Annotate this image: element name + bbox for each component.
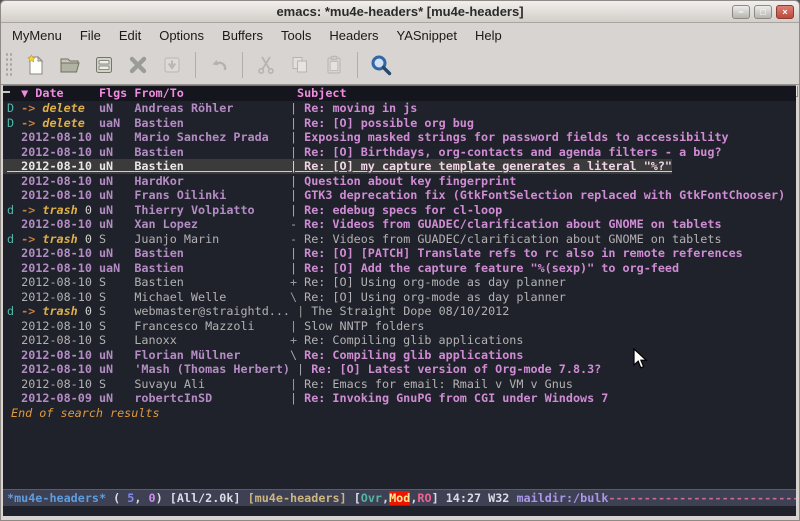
new-file-icon[interactable] bbox=[19, 50, 53, 80]
paste-icon bbox=[317, 50, 351, 80]
message-row[interactable]: d -> trash 0 S Juanjo Marin - Re: Videos… bbox=[7, 232, 796, 247]
echo-area bbox=[3, 506, 796, 516]
header-rows: D -> delete uN Andreas Röhler | Re: movi… bbox=[3, 101, 796, 420]
message-row[interactable]: 2012-08-10 uN Frans Oilinki | GTK3 depre… bbox=[7, 188, 796, 203]
menu-yasnippet[interactable]: YASnippet bbox=[387, 26, 465, 45]
close-button[interactable]: × bbox=[776, 5, 794, 19]
modeline-segment: Ovr bbox=[361, 491, 382, 505]
menu-help[interactable]: Help bbox=[466, 26, 511, 45]
modeline-segment: [ bbox=[354, 491, 361, 505]
emacs-window: emacs: *mu4e-headers* [mu4e-headers] − □… bbox=[0, 0, 800, 521]
message-row[interactable]: 2012-08-10 uN 'Mash (Thomas Herbert) | R… bbox=[7, 362, 796, 377]
menu-buffers[interactable]: Buffers bbox=[213, 26, 272, 45]
toolbar-separator bbox=[357, 52, 358, 78]
maximize-button[interactable]: □ bbox=[754, 5, 772, 19]
end-of-results-text: End of search results bbox=[7, 406, 796, 421]
menu-mymenu[interactable]: MyMenu bbox=[3, 26, 71, 45]
search-icon[interactable] bbox=[364, 50, 398, 80]
open-folder-icon[interactable] bbox=[53, 50, 87, 80]
message-row[interactable]: 2012-08-10 S Francesco Mazzoli | Slow NN… bbox=[7, 319, 796, 334]
message-row[interactable]: D -> delete uN Andreas Röhler | Re: movi… bbox=[7, 101, 796, 116]
message-row[interactable]: 2012-08-10 uN Bastien | Re: [O] Birthday… bbox=[7, 145, 796, 160]
menu-tools[interactable]: Tools bbox=[272, 26, 320, 45]
message-row[interactable]: 2012-08-10 uN Mario Sanchez Prada | Expo… bbox=[7, 130, 796, 145]
close-buffer-icon[interactable] bbox=[121, 50, 155, 80]
titlebar[interactable]: emacs: *mu4e-headers* [mu4e-headers] − □… bbox=[1, 1, 799, 23]
modeline-segment: maildir:/bulk bbox=[516, 491, 608, 505]
modeline-segment: 14:27 W32 bbox=[446, 491, 517, 505]
modeline-segment: , bbox=[134, 491, 148, 505]
mu4e-headers-buffer: ▼ Date Flgs From/To Subject D -> delete … bbox=[3, 85, 796, 516]
mode-line[interactable]: *mu4e-headers* ( 5, 0) [All/2.0k] [mu4e-… bbox=[3, 489, 796, 506]
modeline-segment: [mu4e-headers] bbox=[248, 491, 354, 505]
message-row[interactable]: d -> trash 0 uN Thierry Volpiatto | Re: … bbox=[7, 203, 796, 218]
message-row[interactable]: 2012-08-10 S Lanoxx + Re: Compiling glib… bbox=[7, 333, 796, 348]
message-row[interactable]: 2012-08-10 uaN Bastien | Re: [O] Add the… bbox=[7, 261, 796, 276]
menu-edit[interactable]: Edit bbox=[110, 26, 150, 45]
toolbar bbox=[1, 46, 799, 85]
menu-bar: MyMenu File Edit Options Buffers Tools H… bbox=[1, 24, 799, 46]
undo-icon bbox=[202, 50, 236, 80]
message-row[interactable]: 2012-08-10 S Michael Welle \ Re: [O] Usi… bbox=[7, 290, 796, 305]
copy-icon bbox=[283, 50, 317, 80]
modeline-segment: ) bbox=[156, 491, 170, 505]
modeline-segment: ------------------------------ bbox=[608, 491, 796, 505]
message-row[interactable]: 2012-08-10 uN Bastien | Re: [O] my captu… bbox=[3, 159, 672, 174]
window-controls: − □ × bbox=[732, 5, 794, 19]
modeline-segment: Mod bbox=[389, 491, 410, 505]
modeline-segment: *mu4e-headers* bbox=[7, 491, 106, 505]
message-row[interactable]: 2012-08-10 S Suvayu Ali | Re: Emacs for … bbox=[7, 377, 796, 392]
message-row[interactable]: 2012-08-10 uN Bastien | Re: [O] [PATCH] … bbox=[7, 246, 796, 261]
message-row[interactable]: 2012-08-10 uN HardKor | Question about k… bbox=[7, 174, 796, 189]
menu-headers[interactable]: Headers bbox=[320, 26, 387, 45]
toolbar-gripper[interactable] bbox=[5, 52, 12, 78]
menu-options[interactable]: Options bbox=[150, 26, 213, 45]
toolbar-separator bbox=[195, 52, 196, 78]
text-cursor bbox=[3, 91, 10, 93]
message-row[interactable]: 2012-08-10 S Bastien + Re: [O] Using org… bbox=[7, 275, 796, 290]
modeline-segment: 0 bbox=[149, 491, 156, 505]
minimize-button[interactable]: − bbox=[732, 5, 750, 19]
window-title: emacs: *mu4e-headers* [mu4e-headers] bbox=[1, 4, 799, 19]
toolbar-separator bbox=[242, 52, 243, 78]
message-row[interactable]: D -> delete uaN Bastien | Re: [O] possib… bbox=[7, 116, 796, 131]
modeline-segment: ( bbox=[106, 491, 127, 505]
cut-icon bbox=[249, 50, 283, 80]
modeline-segment: [All/2.0k] bbox=[170, 491, 248, 505]
menu-file[interactable]: File bbox=[71, 26, 110, 45]
mouse-cursor bbox=[633, 348, 648, 370]
message-row[interactable]: 2012-08-10 uN Xan Lopez - Re: Videos fro… bbox=[7, 217, 796, 232]
headers-column-header: ▼ Date Flgs From/To Subject bbox=[3, 86, 796, 101]
save-as-icon bbox=[155, 50, 189, 80]
modeline-segment: RO bbox=[417, 491, 431, 505]
message-row[interactable]: d -> trash 0 S webmaster@straightd... | … bbox=[7, 304, 796, 319]
modeline-segment: ] bbox=[432, 491, 446, 505]
message-row[interactable]: 2012-08-09 uN robertcInSD | Re: Invoking… bbox=[7, 391, 796, 406]
save-icon[interactable] bbox=[87, 50, 121, 80]
message-row[interactable]: 2012-08-10 uN Florian Müllner \ Re: Comp… bbox=[7, 348, 796, 363]
